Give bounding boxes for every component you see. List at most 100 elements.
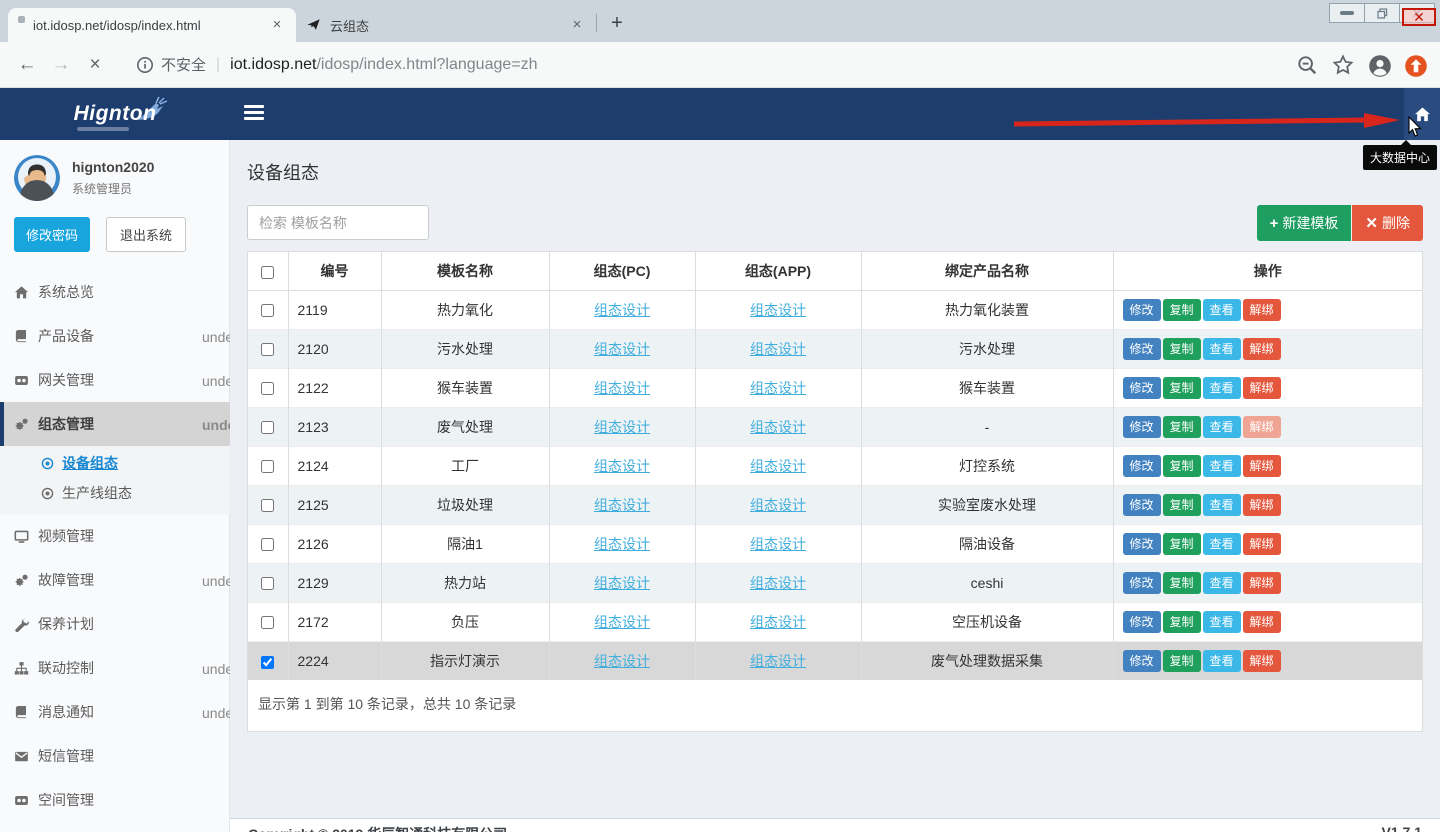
row-checkbox[interactable] <box>261 304 274 317</box>
pc-config-link[interactable]: 组态设计 <box>594 653 650 669</box>
copy-button[interactable]: 复制 <box>1163 611 1201 633</box>
copy-button[interactable]: 复制 <box>1163 572 1201 594</box>
row-checkbox[interactable] <box>261 656 274 669</box>
unbind-button[interactable]: 解绑 <box>1243 377 1281 399</box>
view-button[interactable]: 查看 <box>1203 650 1241 672</box>
app-config-link[interactable]: 组态设计 <box>750 575 806 591</box>
row-checkbox[interactable] <box>261 616 274 629</box>
logout-button[interactable]: 退出系统 <box>106 217 186 252</box>
app-config-link[interactable]: 组态设计 <box>750 458 806 474</box>
view-button[interactable]: 查看 <box>1203 455 1241 477</box>
pc-config-link[interactable]: 组态设计 <box>594 497 650 513</box>
app-config-link[interactable]: 组态设计 <box>750 536 806 552</box>
pc-config-link[interactable]: 组态设计 <box>594 380 650 396</box>
modify-button[interactable]: 修改 <box>1123 494 1161 516</box>
modify-button[interactable]: 修改 <box>1123 338 1161 360</box>
view-button[interactable]: 查看 <box>1203 416 1241 438</box>
app-config-link[interactable]: 组态设计 <box>750 302 806 318</box>
unbind-button[interactable]: 解绑 <box>1243 455 1281 477</box>
unbind-button[interactable]: 解绑 <box>1243 611 1281 633</box>
pc-config-link[interactable]: 组态设计 <box>594 341 650 357</box>
copy-button[interactable]: 复制 <box>1163 650 1201 672</box>
modify-button[interactable]: 修改 <box>1123 650 1161 672</box>
modify-button[interactable]: 修改 <box>1123 299 1161 321</box>
copy-button[interactable]: 复制 <box>1163 299 1201 321</box>
window-restore-button[interactable] <box>1364 3 1400 23</box>
sidebar-item[interactable]: 视频管理 <box>0 514 230 558</box>
sidebar-item[interactable]: 产品设备 undefined <box>0 314 230 358</box>
unbind-button[interactable]: 解绑 <box>1243 572 1281 594</box>
sidebar-item[interactable]: 故障管理 undefined <box>0 558 230 602</box>
copy-button[interactable]: 复制 <box>1163 533 1201 555</box>
window-minimize-button[interactable] <box>1329 3 1365 23</box>
app-config-link[interactable]: 组态设计 <box>750 341 806 357</box>
change-password-button[interactable]: 修改密码 <box>14 217 90 252</box>
pc-config-link[interactable]: 组态设计 <box>594 614 650 630</box>
view-button[interactable]: 查看 <box>1203 299 1241 321</box>
pc-config-link[interactable]: 组态设计 <box>594 419 650 435</box>
row-checkbox[interactable] <box>261 499 274 512</box>
sidebar-subitem[interactable]: 生产线组态 <box>0 478 230 508</box>
select-all-checkbox[interactable] <box>261 266 274 279</box>
unbind-button[interactable]: 解绑 <box>1243 299 1281 321</box>
row-checkbox[interactable] <box>261 382 274 395</box>
copy-button[interactable]: 复制 <box>1163 377 1201 399</box>
sidebar-item[interactable]: 联动控制 undefined <box>0 646 230 690</box>
new-template-button[interactable]: + 新建模板 <box>1257 205 1352 241</box>
view-button[interactable]: 查看 <box>1203 494 1241 516</box>
hamburger-menu-icon[interactable] <box>244 105 264 122</box>
view-button[interactable]: 查看 <box>1203 338 1241 360</box>
pc-config-link[interactable]: 组态设计 <box>594 458 650 474</box>
view-button[interactable]: 查看 <box>1203 572 1241 594</box>
sidebar-subitem[interactable]: 设备组态 <box>0 448 230 478</box>
row-checkbox[interactable] <box>261 538 274 551</box>
zoom-out-icon[interactable] <box>1296 54 1318 76</box>
tab-close-icon[interactable]: × <box>268 16 286 34</box>
search-input[interactable] <box>247 205 429 240</box>
app-config-link[interactable]: 组态设计 <box>750 497 806 513</box>
app-config-link[interactable]: 组态设计 <box>750 653 806 669</box>
browser-tab-active[interactable]: iot.idosp.net/idosp/index.html × <box>8 8 296 42</box>
copy-button[interactable]: 复制 <box>1163 494 1201 516</box>
sidebar-item[interactable]: 短信管理 <box>0 734 230 778</box>
row-checkbox[interactable] <box>261 421 274 434</box>
view-button[interactable]: 查看 <box>1203 377 1241 399</box>
modify-button[interactable]: 修改 <box>1123 572 1161 594</box>
profile-avatar-icon[interactable] <box>1368 54 1390 76</box>
extension-icon[interactable] <box>1404 54 1426 76</box>
pc-config-link[interactable]: 组态设计 <box>594 575 650 591</box>
address-bar[interactable]: 不安全 | iot.idosp.net /idosp/index.html?la… <box>124 48 1284 82</box>
view-button[interactable]: 查看 <box>1203 611 1241 633</box>
sidebar-item[interactable]: 消息通知 undefined <box>0 690 230 734</box>
row-checkbox[interactable] <box>261 577 274 590</box>
copy-button[interactable]: 复制 <box>1163 338 1201 360</box>
bookmark-star-icon[interactable] <box>1332 54 1354 76</box>
modify-button[interactable]: 修改 <box>1123 455 1161 477</box>
unbind-button[interactable]: 解绑 <box>1243 650 1281 672</box>
modify-button[interactable]: 修改 <box>1123 416 1161 438</box>
modify-button[interactable]: 修改 <box>1123 611 1161 633</box>
tab-close-icon[interactable]: × <box>568 16 586 34</box>
row-checkbox[interactable] <box>261 343 274 356</box>
home-button[interactable] <box>1404 88 1440 140</box>
stop-loading-button[interactable]: × <box>78 48 112 82</box>
sidebar-item[interactable]: 系统总览 <box>0 270 230 314</box>
pc-config-link[interactable]: 组态设计 <box>594 302 650 318</box>
pc-config-link[interactable]: 组态设计 <box>594 536 650 552</box>
new-tab-button[interactable]: + <box>603 10 631 38</box>
sidebar-item[interactable]: 空间管理 <box>0 778 230 822</box>
back-button[interactable]: ← <box>10 48 44 82</box>
browser-tab-inactive[interactable]: 云组态 × <box>296 8 596 42</box>
info-icon[interactable] <box>136 56 154 74</box>
app-config-link[interactable]: 组态设计 <box>750 380 806 396</box>
row-checkbox[interactable] <box>261 460 274 473</box>
unbind-button[interactable]: 解绑 <box>1243 338 1281 360</box>
copy-button[interactable]: 复制 <box>1163 455 1201 477</box>
app-config-link[interactable]: 组态设计 <box>750 419 806 435</box>
sidebar-item[interactable]: 网关管理 undefined <box>0 358 230 402</box>
delete-button[interactable]: ✕ 删除 <box>1352 205 1423 241</box>
modify-button[interactable]: 修改 <box>1123 533 1161 555</box>
unbind-button[interactable]: 解绑 <box>1243 494 1281 516</box>
unbind-button[interactable]: 解绑 <box>1243 533 1281 555</box>
sidebar-item[interactable]: 保养计划 <box>0 602 230 646</box>
